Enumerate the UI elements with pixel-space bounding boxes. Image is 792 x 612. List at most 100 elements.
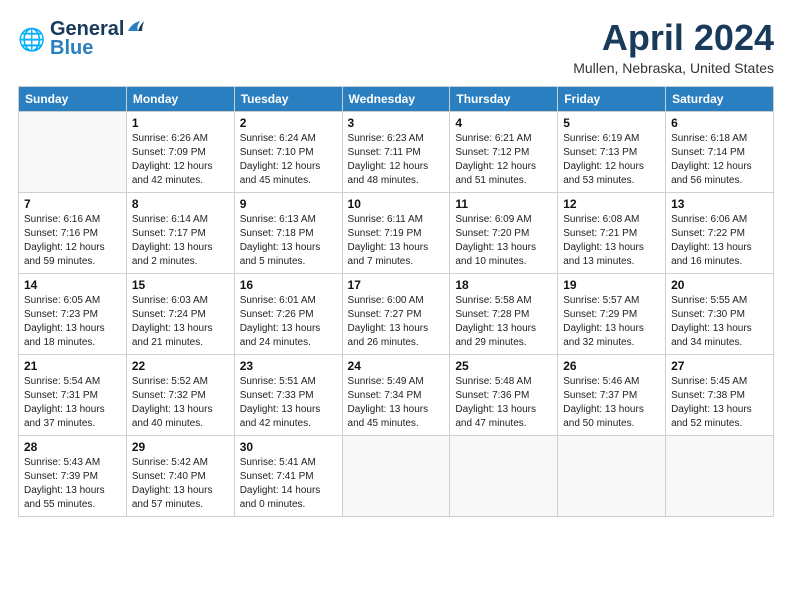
subtitle: Mullen, Nebraska, United States [573, 60, 774, 76]
calendar-header-row: Sunday Monday Tuesday Wednesday Thursday… [19, 86, 774, 111]
cell-content: 22Sunrise: 5:52 AM Sunset: 7:32 PM Dayli… [132, 359, 229, 431]
cell-content: 10Sunrise: 6:11 AM Sunset: 7:19 PM Dayli… [348, 197, 445, 269]
calendar-cell: 8 Sunrise: 6:14 AM Sunset: 7:17 PM Daylig… [126, 192, 234, 273]
day-number: 10 [348, 197, 445, 211]
week-row-1: 1Sunrise: 6:26 AM Sunset: 7:09 PM Daylig… [19, 111, 774, 192]
cell-content: 16Sunrise: 6:01 AM Sunset: 7:26 PM Dayli… [240, 278, 337, 350]
calendar-cell [666, 435, 774, 516]
cell-content: 23Sunrise: 5:51 AM Sunset: 7:33 PM Dayli… [240, 359, 337, 431]
logo-bird-icon: 🌐 [18, 25, 46, 53]
header-tuesday: Tuesday [234, 86, 342, 111]
calendar-cell: 20Sunrise: 5:55 AM Sunset: 7:30 PM Dayli… [666, 273, 774, 354]
cell-content: 13Sunrise: 6:06 AM Sunset: 7:22 PM Dayli… [671, 197, 768, 269]
week-row-2: 7 Sunrise: 6:16 AM Sunset: 7:16 PM Daylig… [19, 192, 774, 273]
day-info: Sunrise: 5:46 AM Sunset: 7:37 PM Dayligh… [563, 375, 660, 431]
day-info: Sunrise: 6:09 AM Sunset: 7:20 PM Dayligh… [455, 213, 552, 269]
day-info: Sunrise: 6:08 AM Sunset: 7:21 PM Dayligh… [563, 213, 660, 269]
header-sunday: Sunday [19, 86, 127, 111]
day-info: Sunrise: 5:52 AM Sunset: 7:32 PM Dayligh… [132, 375, 229, 431]
calendar-cell: 15 Sunrise: 6:03 AM Sunset: 7:24 PM Dayli… [126, 273, 234, 354]
cell-content: 12 Sunrise: 6:08 AM Sunset: 7:21 PM Dayli… [563, 197, 660, 269]
cell-content: 28 Sunrise: 5:43 AM Sunset: 7:39 PM Dayli… [24, 440, 121, 512]
week-row-5: 28 Sunrise: 5:43 AM Sunset: 7:39 PM Dayli… [19, 435, 774, 516]
day-number: 27 [671, 359, 768, 373]
day-info: Sunrise: 6:06 AM Sunset: 7:22 PM Dayligh… [671, 213, 768, 269]
day-number: 16 [240, 278, 337, 292]
cell-content: 7 Sunrise: 6:16 AM Sunset: 7:16 PM Daylig… [24, 197, 121, 269]
day-number: 8 [132, 197, 229, 211]
day-number: 21 [24, 359, 121, 373]
day-info: Sunrise: 5:45 AM Sunset: 7:38 PM Dayligh… [671, 375, 768, 431]
day-info: Sunrise: 6:14 AM Sunset: 7:17 PM Dayligh… [132, 213, 229, 269]
cell-content: 9Sunrise: 6:13 AM Sunset: 7:18 PM Daylig… [240, 197, 337, 269]
calendar-cell: 25Sunrise: 5:48 AM Sunset: 7:36 PM Dayli… [450, 354, 558, 435]
day-info: Sunrise: 5:43 AM Sunset: 7:39 PM Dayligh… [24, 456, 121, 512]
day-number: 28 [24, 440, 121, 454]
calendar-cell: 13Sunrise: 6:06 AM Sunset: 7:22 PM Dayli… [666, 192, 774, 273]
cell-content: 29 Sunrise: 5:42 AM Sunset: 7:40 PM Dayli… [132, 440, 229, 512]
day-info: Sunrise: 5:48 AM Sunset: 7:36 PM Dayligh… [455, 375, 552, 431]
day-number: 3 [348, 116, 445, 130]
day-number: 7 [24, 197, 121, 211]
logo: 🌐 General Blue [18, 18, 144, 60]
calendar-cell [19, 111, 127, 192]
day-number: 17 [348, 278, 445, 292]
day-number: 4 [455, 116, 552, 130]
header-thursday: Thursday [450, 86, 558, 111]
day-number: 26 [563, 359, 660, 373]
calendar-cell: 27 Sunrise: 5:45 AM Sunset: 7:38 PM Dayli… [666, 354, 774, 435]
header-wednesday: Wednesday [342, 86, 450, 111]
calendar-cell: 28 Sunrise: 5:43 AM Sunset: 7:39 PM Dayli… [19, 435, 127, 516]
calendar-cell: 16Sunrise: 6:01 AM Sunset: 7:26 PM Dayli… [234, 273, 342, 354]
cell-content: 15 Sunrise: 6:03 AM Sunset: 7:24 PM Dayli… [132, 278, 229, 350]
day-number: 12 [563, 197, 660, 211]
day-number: 19 [563, 278, 660, 292]
day-info: Sunrise: 6:16 AM Sunset: 7:16 PM Dayligh… [24, 213, 121, 269]
week-row-4: 21 Sunrise: 5:54 AM Sunset: 7:31 PM Dayli… [19, 354, 774, 435]
cell-content: 11 Sunrise: 6:09 AM Sunset: 7:20 PM Dayli… [455, 197, 552, 269]
cell-content: 5Sunrise: 6:19 AM Sunset: 7:13 PM Daylig… [563, 116, 660, 188]
day-info: Sunrise: 6:00 AM Sunset: 7:27 PM Dayligh… [348, 294, 445, 350]
calendar-table: Sunday Monday Tuesday Wednesday Thursday… [18, 86, 774, 517]
page: 🌐 General Blue April 2024 Mullen, Nebras… [0, 0, 792, 612]
svg-text:🌐: 🌐 [18, 27, 45, 52]
day-info: Sunrise: 6:05 AM Sunset: 7:23 PM Dayligh… [24, 294, 121, 350]
day-number: 11 [455, 197, 552, 211]
cell-content: 14Sunrise: 6:05 AM Sunset: 7:23 PM Dayli… [24, 278, 121, 350]
day-info: Sunrise: 6:13 AM Sunset: 7:18 PM Dayligh… [240, 213, 337, 269]
main-title: April 2024 [573, 18, 774, 58]
day-number: 30 [240, 440, 337, 454]
cell-content: 21 Sunrise: 5:54 AM Sunset: 7:31 PM Dayli… [24, 359, 121, 431]
logo-bird-wing [126, 19, 144, 35]
calendar-cell: 19Sunrise: 5:57 AM Sunset: 7:29 PM Dayli… [558, 273, 666, 354]
day-info: Sunrise: 6:24 AM Sunset: 7:10 PM Dayligh… [240, 132, 337, 188]
calendar-cell: 9Sunrise: 6:13 AM Sunset: 7:18 PM Daylig… [234, 192, 342, 273]
day-info: Sunrise: 6:03 AM Sunset: 7:24 PM Dayligh… [132, 294, 229, 350]
calendar-cell: 17 Sunrise: 6:00 AM Sunset: 7:27 PM Dayli… [342, 273, 450, 354]
day-info: Sunrise: 6:21 AM Sunset: 7:12 PM Dayligh… [455, 132, 552, 188]
cell-content: 1Sunrise: 6:26 AM Sunset: 7:09 PM Daylig… [132, 116, 229, 188]
calendar-cell: 30Sunrise: 5:41 AM Sunset: 7:41 PM Dayli… [234, 435, 342, 516]
day-number: 1 [132, 116, 229, 130]
calendar-cell: 1Sunrise: 6:26 AM Sunset: 7:09 PM Daylig… [126, 111, 234, 192]
calendar-cell: 10Sunrise: 6:11 AM Sunset: 7:19 PM Dayli… [342, 192, 450, 273]
day-info: Sunrise: 5:58 AM Sunset: 7:28 PM Dayligh… [455, 294, 552, 350]
cell-content: 30Sunrise: 5:41 AM Sunset: 7:41 PM Dayli… [240, 440, 337, 512]
title-block: April 2024 Mullen, Nebraska, United Stat… [573, 18, 774, 76]
week-row-3: 14Sunrise: 6:05 AM Sunset: 7:23 PM Dayli… [19, 273, 774, 354]
calendar-cell: 21 Sunrise: 5:54 AM Sunset: 7:31 PM Dayli… [19, 354, 127, 435]
calendar-cell: 4 Sunrise: 6:21 AM Sunset: 7:12 PM Daylig… [450, 111, 558, 192]
day-info: Sunrise: 5:55 AM Sunset: 7:30 PM Dayligh… [671, 294, 768, 350]
day-number: 29 [132, 440, 229, 454]
calendar-cell: 3Sunrise: 6:23 AM Sunset: 7:11 PM Daylig… [342, 111, 450, 192]
day-number: 15 [132, 278, 229, 292]
calendar-cell: 6Sunrise: 6:18 AM Sunset: 7:14 PM Daylig… [666, 111, 774, 192]
day-info: Sunrise: 5:54 AM Sunset: 7:31 PM Dayligh… [24, 375, 121, 431]
header-monday: Monday [126, 86, 234, 111]
day-info: Sunrise: 5:49 AM Sunset: 7:34 PM Dayligh… [348, 375, 445, 431]
calendar-cell: 7 Sunrise: 6:16 AM Sunset: 7:16 PM Daylig… [19, 192, 127, 273]
day-number: 24 [348, 359, 445, 373]
cell-content: 25Sunrise: 5:48 AM Sunset: 7:36 PM Dayli… [455, 359, 552, 431]
day-number: 18 [455, 278, 552, 292]
day-info: Sunrise: 5:42 AM Sunset: 7:40 PM Dayligh… [132, 456, 229, 512]
